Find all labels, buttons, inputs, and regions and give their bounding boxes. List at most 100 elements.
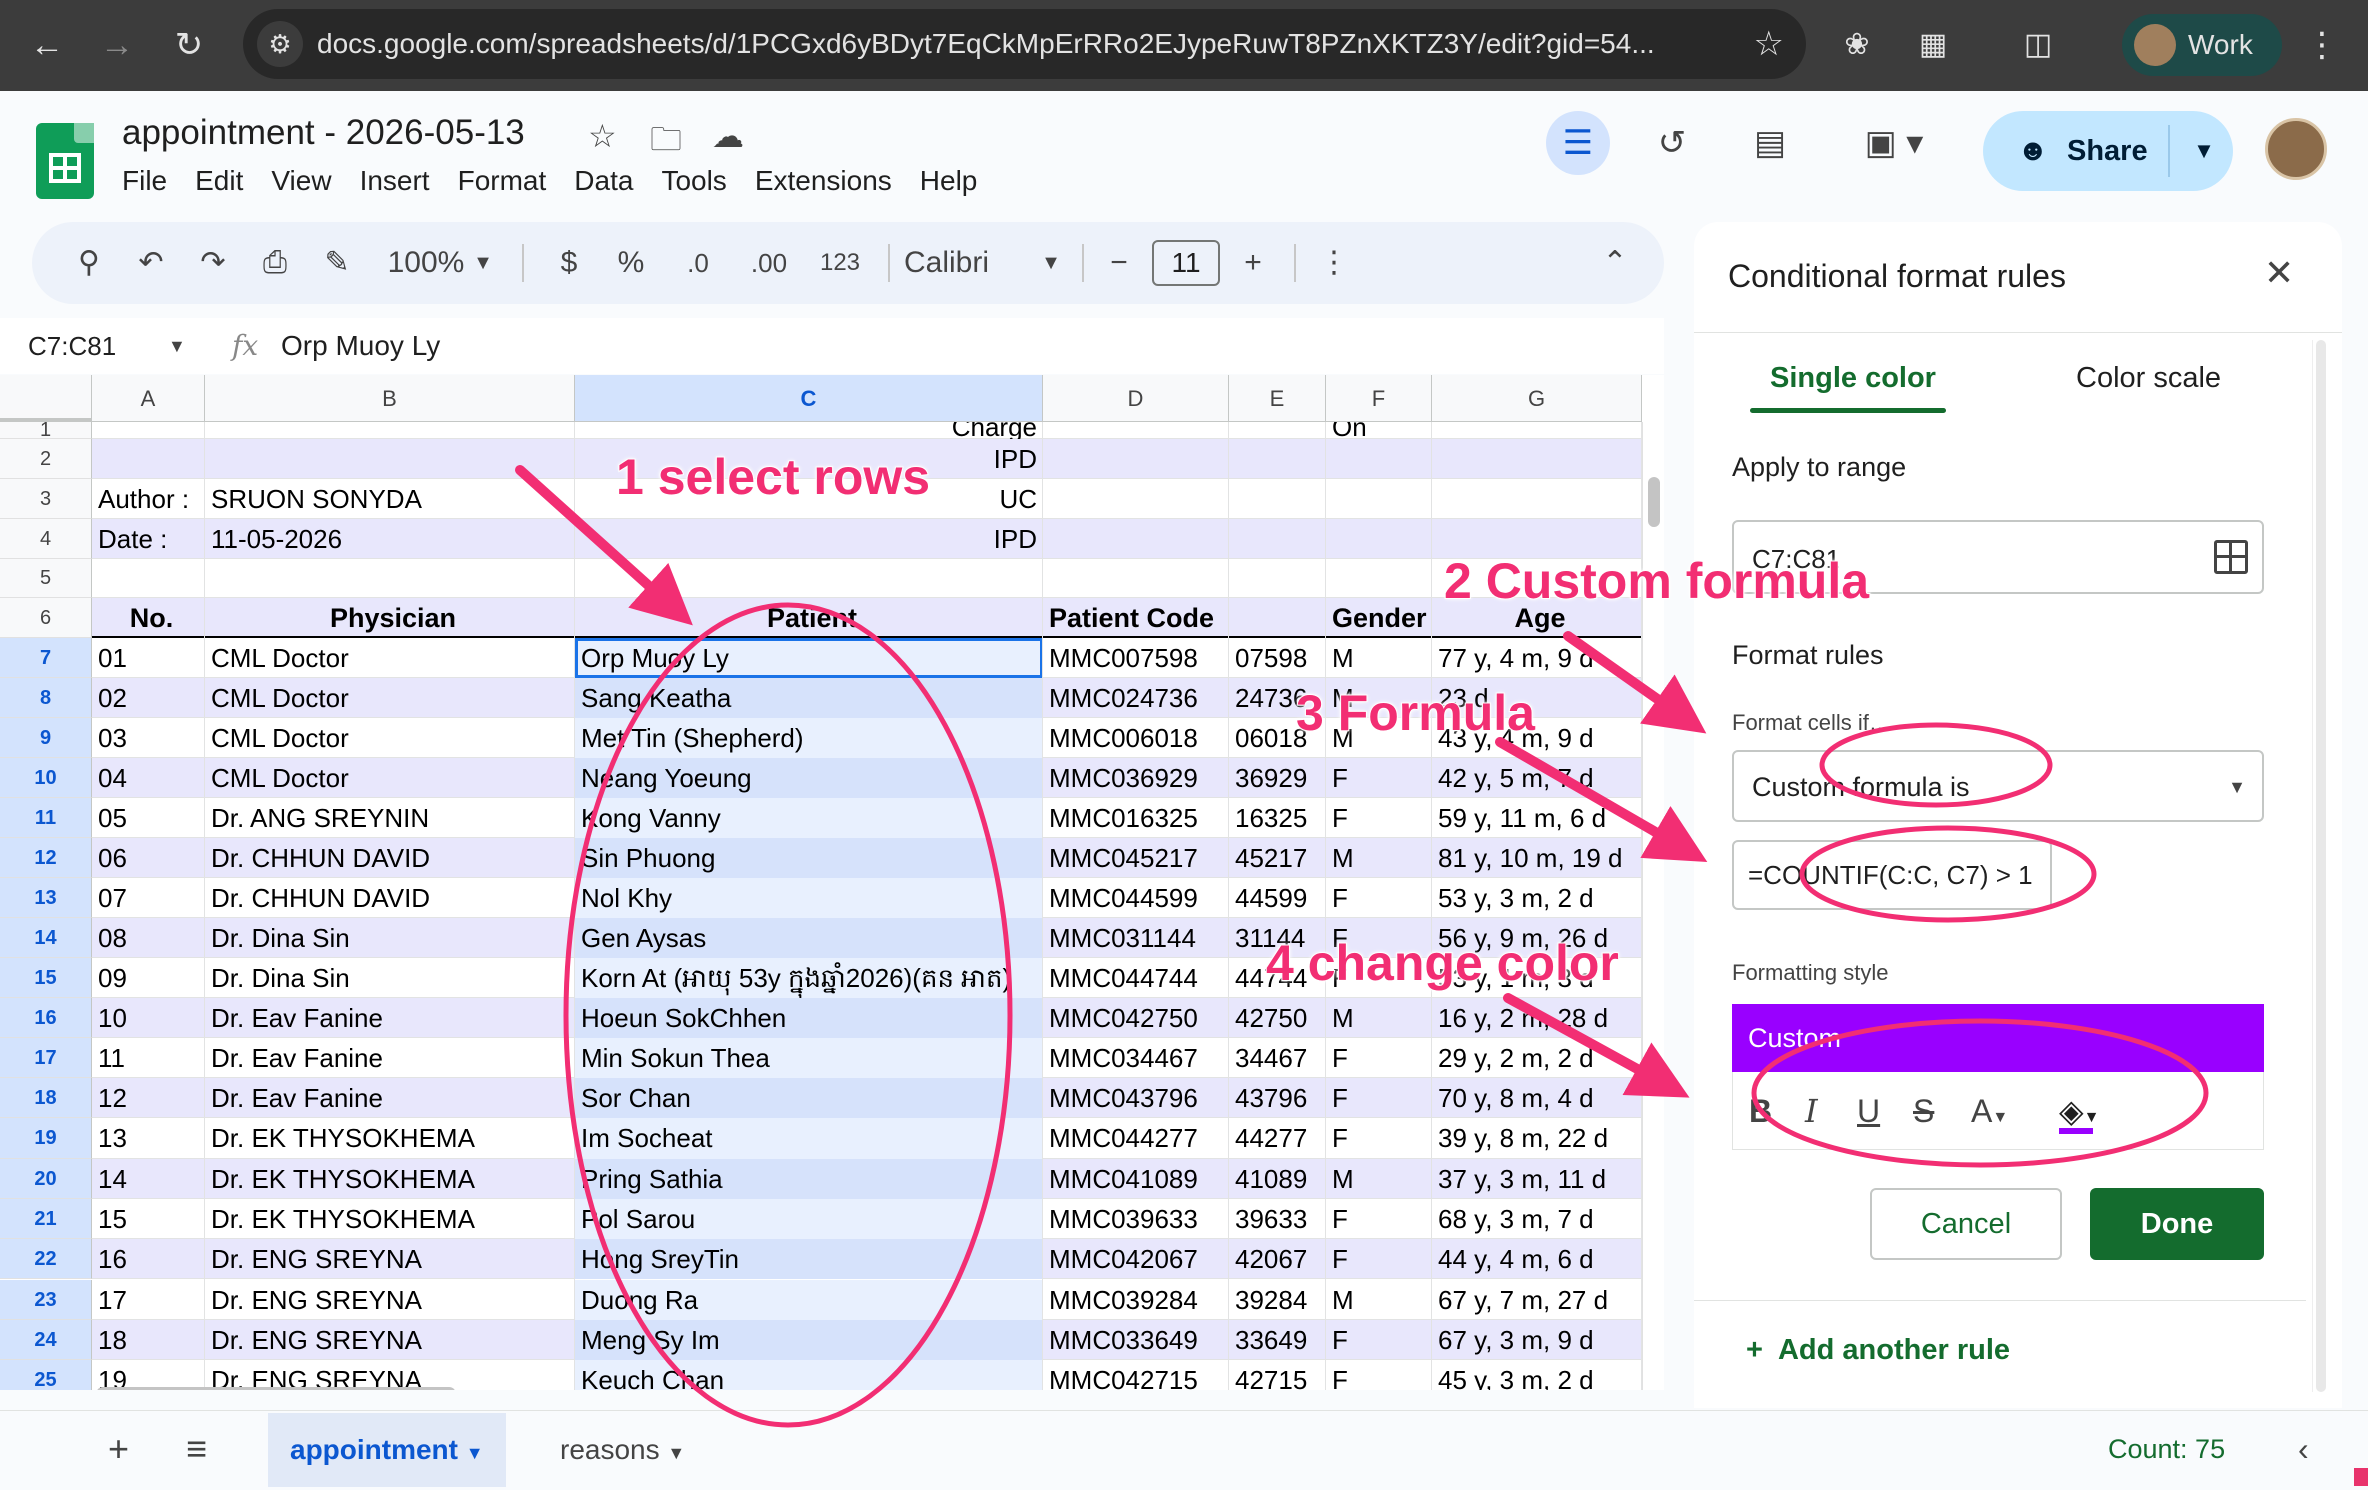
increase-decimal-button[interactable]: .00 <box>738 222 800 304</box>
cell-e-3[interactable] <box>1229 479 1326 519</box>
font-family-select[interactable]: Calibri <box>904 222 1024 304</box>
cell-e-4[interactable] <box>1229 519 1326 559</box>
cell-d-12[interactable]: MMC045217 <box>1043 838 1229 878</box>
close-icon[interactable]: ✕ <box>2264 252 2294 294</box>
address-bar[interactable]: ⚙ docs.google.com/spreadsheets/d/1PCGxd6… <box>243 9 1806 79</box>
cell-f-17[interactable]: F <box>1326 1038 1432 1078</box>
cell-e-13[interactable]: 44599 <box>1229 878 1326 918</box>
cell-d-19[interactable]: MMC044277 <box>1043 1118 1229 1158</box>
column-header-f[interactable]: F <box>1326 375 1432 422</box>
bold-icon[interactable]: B <box>1749 1072 1772 1150</box>
cell-e-6[interactable] <box>1229 598 1326 638</box>
cell-e-12[interactable]: 45217 <box>1229 838 1326 878</box>
cell-f-22[interactable]: F <box>1326 1239 1432 1279</box>
cell-f-19[interactable]: F <box>1326 1118 1432 1158</box>
cell-e-1[interactable] <box>1229 422 1326 439</box>
style-preview[interactable]: Custom <box>1732 1004 2264 1072</box>
cell-e-17[interactable]: 34467 <box>1229 1038 1326 1078</box>
cell-d-7[interactable]: MMC007598 <box>1043 638 1229 678</box>
cell-a-22[interactable]: 16 <box>92 1239 205 1279</box>
cell-f-18[interactable]: F <box>1326 1078 1432 1118</box>
number-format-button[interactable]: 123 <box>808 222 872 304</box>
cell-g-3[interactable] <box>1432 479 1642 519</box>
cell-d-10[interactable]: MMC036929 <box>1043 758 1229 798</box>
side-panel-toggle-icon[interactable]: ‹ <box>2298 1411 2309 1487</box>
cell-b-16[interactable]: Dr. Eav Fanine <box>205 998 575 1038</box>
all-sheets-icon[interactable]: ≡ <box>186 1411 207 1487</box>
cell-d-8[interactable]: MMC024736 <box>1043 678 1229 718</box>
cell-d-22[interactable]: MMC042067 <box>1043 1239 1229 1279</box>
cell-e-5[interactable] <box>1229 559 1326 598</box>
gemini-chat-icon[interactable]: ☰ <box>1546 111 1610 175</box>
row-header[interactable]: 1 <box>0 420 92 440</box>
zoom-dropdown-icon[interactable]: ▼ <box>468 222 498 304</box>
cell-b-19[interactable]: Dr. EK THYSOKHEMA <box>205 1118 575 1158</box>
comments-icon[interactable]: ▤ <box>1738 111 1802 175</box>
reading-mode-icon[interactable]: ◫ <box>2015 22 2061 68</box>
menu-help[interactable]: Help <box>920 165 978 196</box>
cell-f-1[interactable]: On <box>1326 422 1432 439</box>
cell-b-10[interactable]: CML Doctor <box>205 758 575 798</box>
cell-c-5[interactable] <box>575 559 1043 598</box>
meet-camera-icon[interactable]: ▣ ▾ <box>1846 111 1942 175</box>
row-header[interactable]: 8 <box>0 678 92 718</box>
row-header[interactable]: 14 <box>0 918 92 958</box>
cell-d-2[interactable] <box>1043 439 1229 479</box>
cloud-status-icon[interactable]: ☁ <box>712 117 744 155</box>
cell-d-3[interactable] <box>1043 479 1229 519</box>
cell-g-18[interactable]: 70 y, 8 m, 4 d <box>1432 1078 1642 1118</box>
cell-c-16[interactable]: Hoeun SokChhen <box>575 998 1043 1038</box>
cell-b-7[interactable]: CML Doctor <box>205 638 575 678</box>
row-header[interactable]: 20 <box>0 1158 92 1199</box>
cell-a-10[interactable]: 04 <box>92 758 205 798</box>
cell-b-22[interactable]: Dr. ENG SREYNA <box>205 1239 575 1279</box>
cell-b-15[interactable]: Dr. Dina Sin <box>205 958 575 998</box>
font-size-input[interactable]: 11 <box>1152 240 1220 286</box>
column-header-d[interactable]: D <box>1043 375 1229 422</box>
cell-c-4[interactable]: IPD <box>575 519 1043 559</box>
bookmark-star-icon[interactable]: ☆ <box>1754 19 1784 69</box>
cell-a-13[interactable]: 07 <box>92 878 205 918</box>
cell-g-7[interactable]: 77 y, 4 m, 9 d <box>1432 638 1642 678</box>
cell-f-2[interactable] <box>1326 439 1432 479</box>
cell-b-13[interactable]: Dr. CHHUN DAVID <box>205 878 575 918</box>
cell-c-20[interactable]: Pring Sathia <box>575 1159 1043 1199</box>
cell-f-10[interactable]: F <box>1326 758 1432 798</box>
menu-tools[interactable]: Tools <box>661 165 726 196</box>
document-title[interactable]: appointment - 2026-05-13 <box>122 113 525 153</box>
cell-b-8[interactable]: CML Doctor <box>205 678 575 718</box>
italic-icon[interactable]: I <box>1805 1072 1818 1150</box>
cell-c-18[interactable]: Sor Chan <box>575 1078 1043 1118</box>
cell-d-23[interactable]: MMC039284 <box>1043 1280 1229 1320</box>
search-icon[interactable]: ⚲ <box>66 222 112 304</box>
column-header-e[interactable]: E <box>1229 375 1326 422</box>
cell-a-2[interactable] <box>92 439 205 479</box>
column-header-c[interactable]: C <box>575 375 1043 422</box>
cell-a-11[interactable]: 05 <box>92 798 205 838</box>
row-header[interactable]: 19 <box>0 1118 92 1159</box>
row-header[interactable]: 4 <box>0 519 92 559</box>
cell-g-19[interactable]: 39 y, 8 m, 22 d <box>1432 1118 1642 1158</box>
cell-g-24[interactable]: 67 y, 3 m, 9 d <box>1432 1320 1642 1360</box>
cell-f-11[interactable]: F <box>1326 798 1432 838</box>
cell-b-11[interactable]: Dr. ANG SREYNIN <box>205 798 575 838</box>
tab-single-color[interactable]: Single color <box>1770 362 1936 395</box>
select-all-corner[interactable] <box>0 375 92 422</box>
cell-c-15[interactable]: Korn At (អាយុ 53y ក្នុងឆ្នាំ2026)(គន អាត… <box>575 958 1043 998</box>
sheet-tab-reasons[interactable]: reasons ▼ <box>538 1413 707 1487</box>
name-box[interactable]: C7:C81 <box>28 318 116 374</box>
custom-formula-input[interactable]: =COUNTIF(C:C, C7) > 1 <box>1732 840 2052 910</box>
column-header-a[interactable]: A <box>92 375 205 422</box>
cell-g-23[interactable]: 67 y, 7 m, 27 d <box>1432 1280 1642 1320</box>
cell-c-24[interactable]: Meng Sy Im <box>575 1320 1043 1360</box>
horizontal-scrollbar[interactable] <box>92 1385 1642 1390</box>
cell-b-1[interactable] <box>205 422 575 439</box>
row-header[interactable]: 9 <box>0 718 92 758</box>
font-size-increase-icon[interactable]: + <box>1230 222 1276 304</box>
cell-b-4[interactable]: 11-05-2026 <box>205 519 575 559</box>
row-header[interactable]: 16 <box>0 998 92 1038</box>
cell-c-8[interactable]: Sang Keatha <box>575 678 1043 718</box>
url-text[interactable]: docs.google.com/spreadsheets/d/1PCGxd6yB… <box>317 9 1655 79</box>
cell-c-17[interactable]: Min Sokun Thea <box>575 1038 1043 1078</box>
cell-g-13[interactable]: 53 y, 3 m, 2 d <box>1432 878 1642 918</box>
